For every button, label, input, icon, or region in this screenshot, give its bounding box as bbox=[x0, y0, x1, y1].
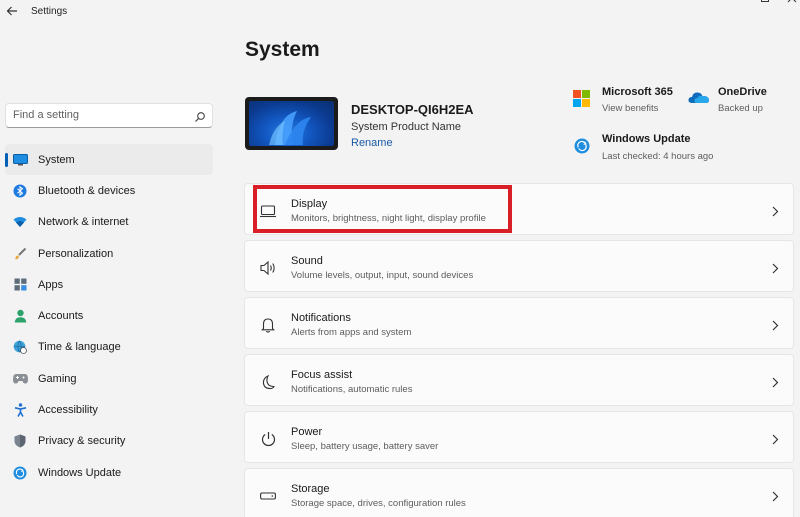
settings-list: Display Monitors, brightness, night ligh… bbox=[244, 183, 794, 517]
shield-icon bbox=[12, 433, 28, 449]
onedrive-cloud-icon bbox=[688, 90, 710, 109]
accessibility-icon bbox=[12, 402, 28, 418]
update-icon bbox=[12, 465, 28, 481]
microsoft-365-icon bbox=[573, 90, 590, 112]
globe-clock-icon bbox=[12, 339, 28, 355]
close-button[interactable] bbox=[784, 0, 800, 8]
card-title: Display bbox=[291, 198, 328, 210]
sidebar-item-accounts[interactable]: Accounts bbox=[5, 300, 213, 331]
sidebar-item-label: Network & internet bbox=[38, 216, 129, 229]
wallpaper-bloom-image bbox=[249, 101, 334, 146]
sidebar-item-windows-update[interactable]: Windows Update bbox=[5, 457, 213, 488]
moon-icon bbox=[259, 373, 277, 391]
sidebar-item-accessibility[interactable]: Accessibility bbox=[5, 394, 213, 425]
sidebar-item-label: Gaming bbox=[38, 372, 77, 385]
sidebar-item-network[interactable]: Network & internet bbox=[5, 207, 213, 238]
device-model: System Product Name bbox=[351, 121, 462, 133]
microsoft-365-title: Microsoft 365 bbox=[602, 86, 673, 98]
card-title: Focus assist bbox=[291, 369, 353, 381]
sidebar-item-label: Accounts bbox=[38, 310, 84, 323]
chevron-right-icon bbox=[772, 318, 779, 336]
sidebar-item-label: Time & language bbox=[38, 341, 121, 354]
sidebar-item-bluetooth[interactable]: Bluetooth & devices bbox=[5, 175, 213, 206]
chevron-right-icon bbox=[772, 261, 779, 279]
card-subtitle: Monitors, brightness, night light, displ… bbox=[291, 213, 486, 224]
card-subtitle: Alerts from apps and system bbox=[291, 327, 412, 338]
sidebar-item-personalization[interactable]: Personalization bbox=[5, 238, 213, 269]
person-icon bbox=[12, 308, 28, 324]
sidebar-nav: System Bluetooth & devices Network & int… bbox=[5, 144, 213, 488]
sidebar-item-label: Accessibility bbox=[38, 404, 98, 417]
windows-update-subtitle: Last checked: 4 hours ago bbox=[602, 151, 714, 162]
display-icon bbox=[259, 202, 277, 220]
card-title: Notifications bbox=[291, 312, 351, 324]
sidebar-item-privacy-security[interactable]: Privacy & security bbox=[5, 426, 213, 457]
onedrive-title: OneDrive bbox=[718, 86, 767, 98]
chevron-right-icon bbox=[772, 375, 779, 393]
microsoft-365-subtitle: View benefits bbox=[602, 103, 659, 114]
sidebar-item-label: System bbox=[38, 153, 75, 166]
card-subtitle: Sleep, battery usage, battery saver bbox=[291, 441, 439, 452]
maximize-button[interactable] bbox=[751, 0, 779, 8]
sidebar-item-gaming[interactable]: Gaming bbox=[5, 363, 213, 394]
sidebar-item-label: Bluetooth & devices bbox=[38, 184, 136, 197]
page-title: System bbox=[245, 38, 320, 61]
title-bar: Settings bbox=[0, 0, 800, 24]
windows-update-icon bbox=[574, 138, 590, 159]
wifi-icon bbox=[12, 214, 28, 230]
sound-card[interactable]: Sound Volume levels, output, input, soun… bbox=[244, 240, 794, 292]
card-title: Power bbox=[291, 426, 323, 438]
sidebar-item-label: Apps bbox=[38, 278, 64, 291]
notifications-card[interactable]: Notifications Alerts from apps and syste… bbox=[244, 297, 794, 349]
bluetooth-icon bbox=[12, 183, 28, 199]
windows-update-title: Windows Update bbox=[602, 133, 691, 145]
chevron-right-icon bbox=[772, 489, 779, 507]
display-card[interactable]: Display Monitors, brightness, night ligh… bbox=[244, 183, 794, 235]
app-title: Settings bbox=[31, 6, 68, 17]
minimize-button[interactable] bbox=[706, 0, 734, 8]
chevron-right-icon bbox=[772, 432, 779, 450]
power-card[interactable]: Power Sleep, battery usage, battery save… bbox=[244, 411, 794, 463]
device-name: DESKTOP-QI6H2EA bbox=[351, 102, 474, 117]
sidebar-item-label: Personalization bbox=[38, 247, 114, 260]
search-icon[interactable] bbox=[194, 110, 206, 128]
sidebar-item-time-language[interactable]: Time & language bbox=[5, 332, 213, 363]
search-input[interactable] bbox=[13, 109, 183, 121]
sidebar-item-label: Privacy & security bbox=[38, 435, 126, 448]
storage-icon bbox=[259, 487, 277, 505]
focus-assist-card[interactable]: Focus assist Notifications, automatic ru… bbox=[244, 354, 794, 406]
back-arrow-icon[interactable] bbox=[4, 3, 20, 19]
sidebar-item-apps[interactable]: Apps bbox=[5, 269, 213, 300]
power-icon bbox=[259, 430, 277, 448]
onedrive-subtitle: Backed up bbox=[718, 103, 763, 114]
rename-link[interactable]: Rename bbox=[351, 137, 393, 149]
card-subtitle: Notifications, automatic rules bbox=[291, 384, 413, 395]
sidebar-item-label: Windows Update bbox=[38, 466, 122, 479]
device-image bbox=[245, 97, 338, 150]
storage-card[interactable]: Storage Storage space, drives, configura… bbox=[244, 468, 794, 517]
speaker-icon bbox=[259, 259, 277, 277]
card-subtitle: Storage space, drives, configuration rul… bbox=[291, 498, 466, 509]
search-box[interactable] bbox=[5, 103, 213, 128]
sidebar-item-system[interactable]: System bbox=[5, 144, 213, 176]
brush-icon bbox=[12, 246, 28, 262]
chevron-right-icon bbox=[772, 204, 779, 222]
gamepad-icon bbox=[12, 371, 28, 387]
card-title: Storage bbox=[291, 483, 330, 495]
card-title: Sound bbox=[291, 255, 323, 267]
card-subtitle: Volume levels, output, input, sound devi… bbox=[291, 270, 474, 281]
apps-icon bbox=[12, 277, 28, 293]
bell-icon bbox=[259, 316, 277, 334]
monitor-icon bbox=[12, 152, 28, 168]
